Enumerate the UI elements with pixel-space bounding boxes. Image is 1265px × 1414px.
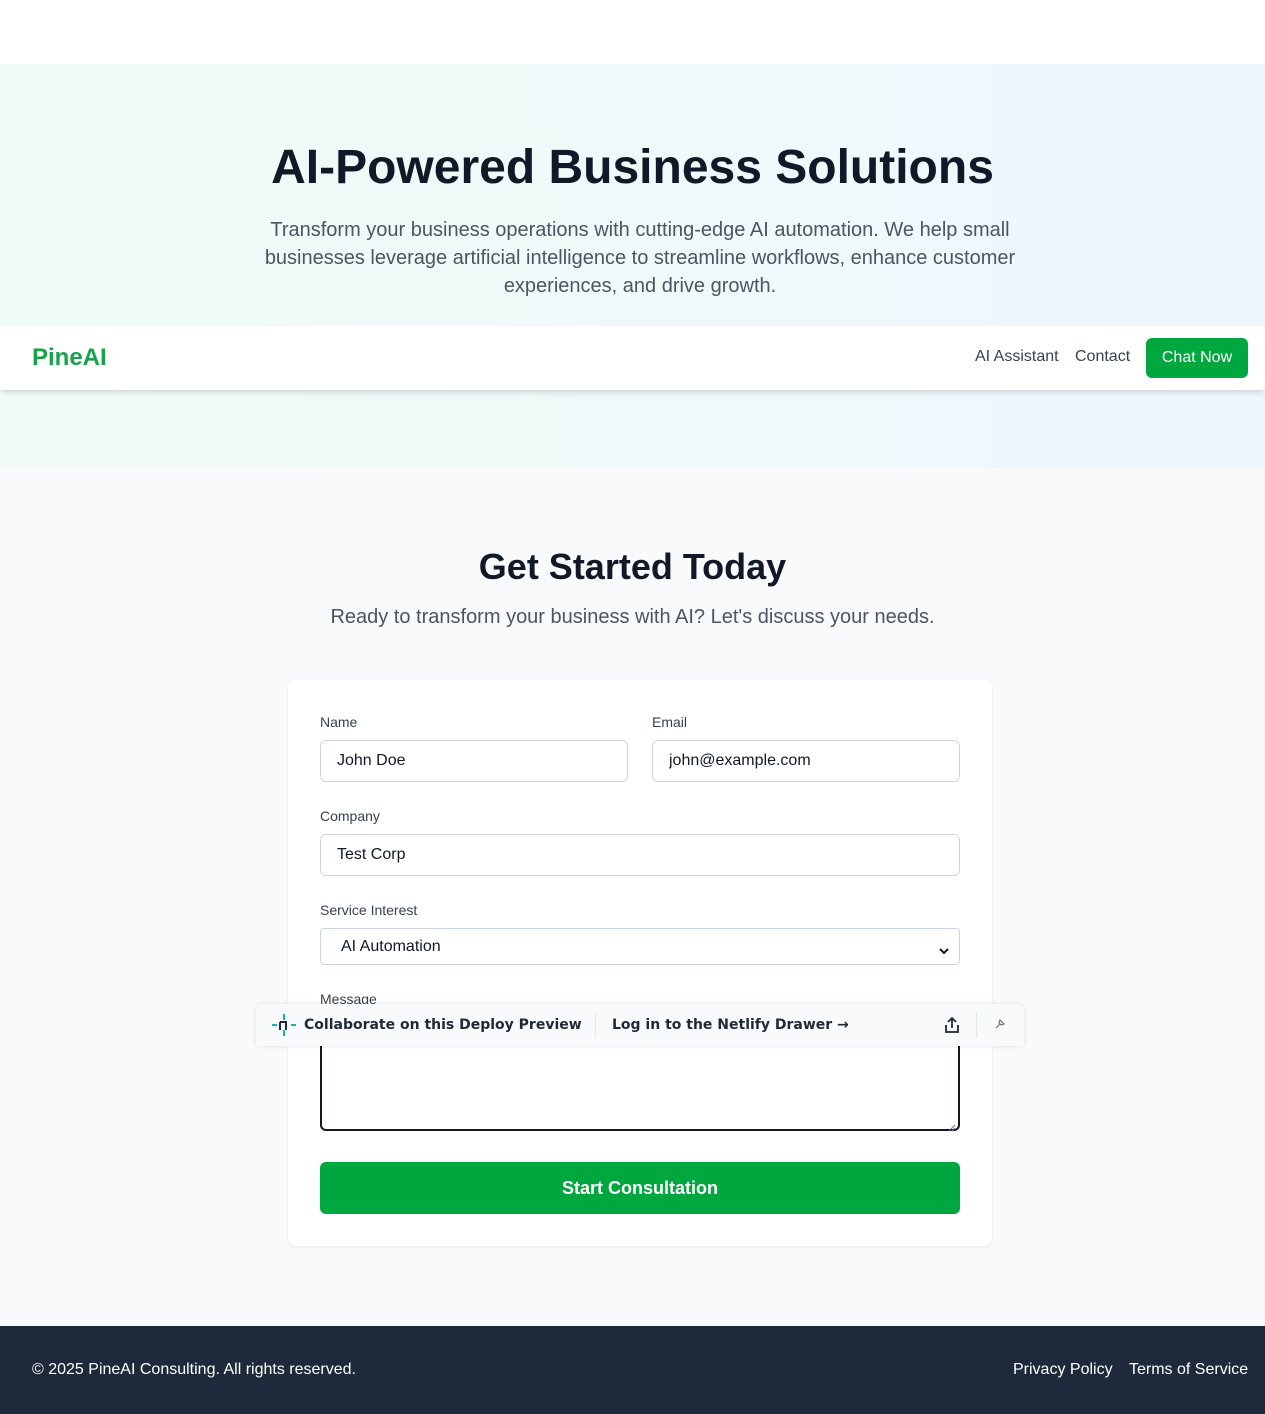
name-label: Name bbox=[320, 714, 358, 730]
start-consultation-button[interactable]: Start Consultation bbox=[320, 1162, 960, 1214]
nav-link-contact[interactable]: Contact bbox=[1075, 348, 1130, 366]
drawer-divider-2 bbox=[976, 1012, 977, 1038]
navbar: PineAI AI Assistant Contact Chat Now bbox=[0, 326, 1265, 390]
contact-section: Get Started Today Ready to transform you… bbox=[0, 468, 1265, 1326]
chat-now-button[interactable]: Chat Now bbox=[1146, 338, 1248, 378]
hero-title: AI-Powered Business Solutions bbox=[271, 141, 994, 194]
name-field[interactable] bbox=[320, 740, 628, 782]
share-icon[interactable] bbox=[944, 1016, 960, 1038]
contact-form: Name Email Company Service Interest AI A… bbox=[288, 680, 992, 1246]
privacy-policy-link[interactable]: Privacy Policy bbox=[1013, 1361, 1113, 1379]
section-title: Get Started Today bbox=[478, 546, 787, 587]
copyright-text: © 2025 PineAI Consulting. All rights res… bbox=[32, 1361, 356, 1378]
email-field[interactable] bbox=[652, 740, 960, 782]
company-field[interactable] bbox=[320, 834, 960, 876]
section-subtitle: Ready to transform your business with AI… bbox=[330, 606, 935, 628]
email-label: Email bbox=[652, 714, 688, 730]
chevron-down-icon bbox=[939, 942, 949, 960]
resize-handle-icon[interactable] bbox=[948, 1119, 956, 1132]
terms-of-service-link[interactable]: Terms of Service bbox=[1129, 1361, 1248, 1379]
footer: © 2025 PineAI Consulting. All rights res… bbox=[0, 1326, 1265, 1414]
service-interest-select[interactable]: AI Automation bbox=[320, 928, 960, 965]
company-label: Company bbox=[320, 808, 380, 824]
hero-subtitle: Transform your business operations with … bbox=[264, 219, 1016, 297]
netlify-drawer: Collaborate on this Deploy Preview Log i… bbox=[256, 1004, 1024, 1046]
brand-logo[interactable]: PineAI bbox=[32, 344, 107, 372]
drawer-divider bbox=[595, 1012, 596, 1038]
nav-link-ai-assistant[interactable]: AI Assistant bbox=[975, 348, 1059, 366]
netlify-logo-icon bbox=[272, 1014, 296, 1040]
service-interest-value: AI Automation bbox=[341, 937, 441, 955]
pin-icon[interactable] bbox=[994, 1018, 1006, 1034]
service-interest-label: Service Interest bbox=[320, 902, 418, 918]
collaborate-label[interactable]: Collaborate on this Deploy Preview bbox=[304, 1017, 582, 1033]
netlify-login-link[interactable]: Log in to the Netlify Drawer → bbox=[612, 1017, 849, 1033]
